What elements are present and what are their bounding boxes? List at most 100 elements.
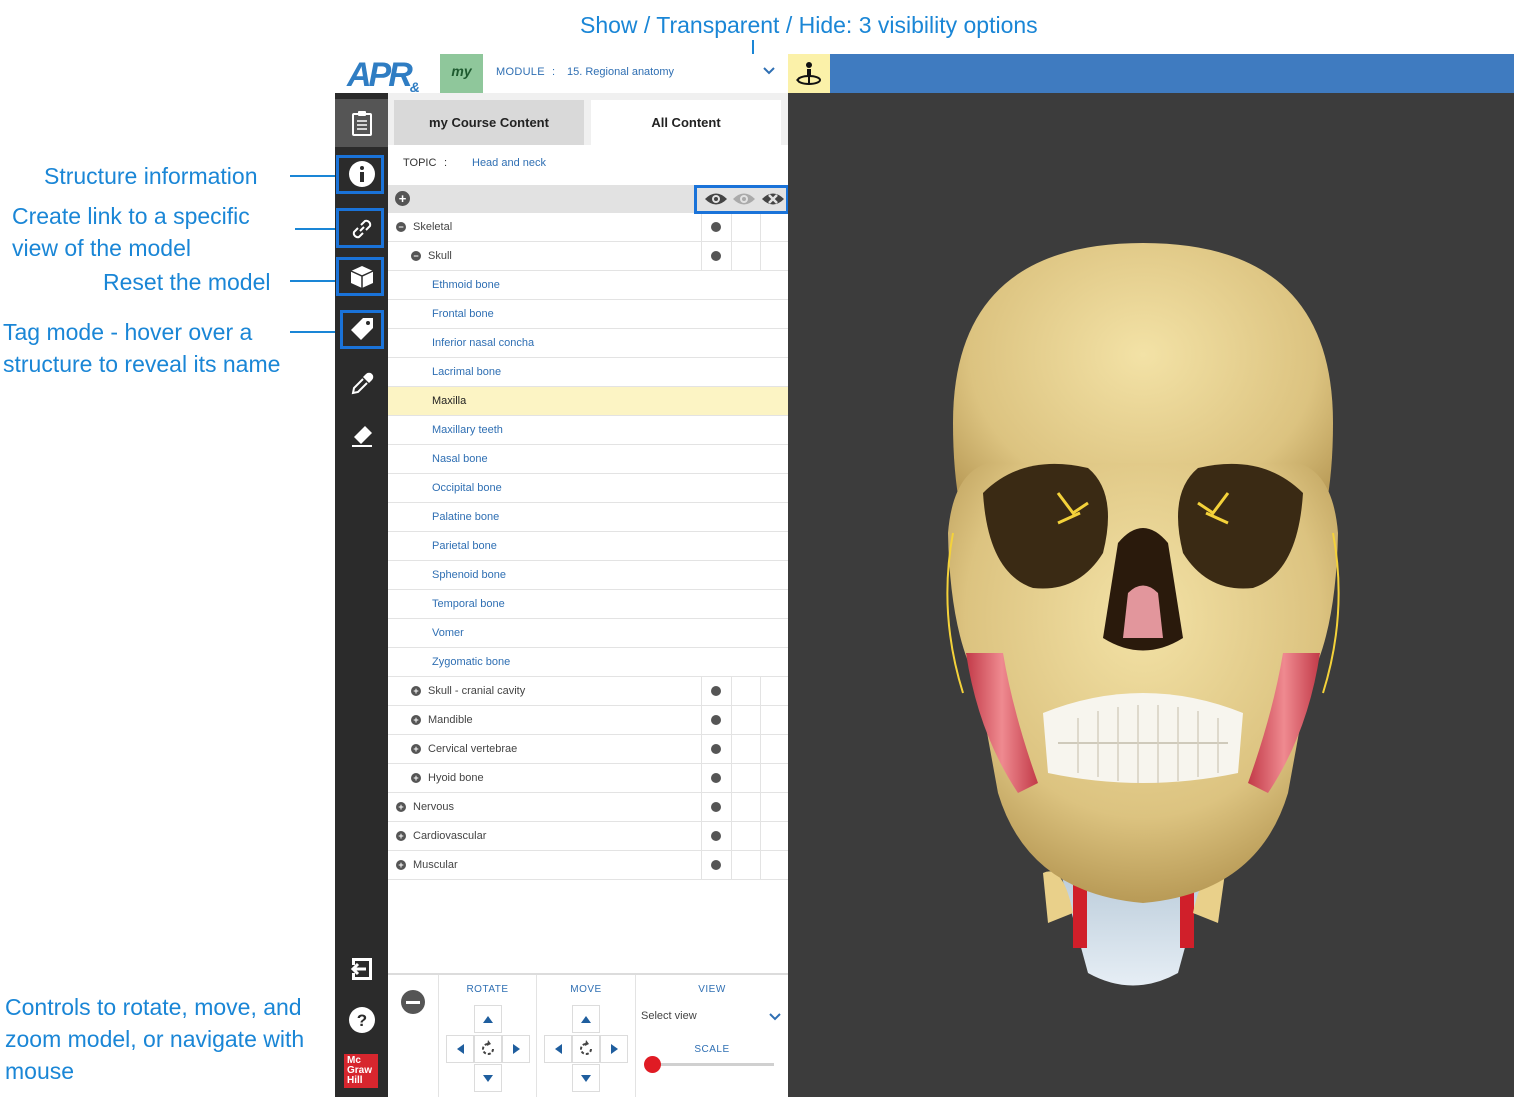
tree-row[interactable]: + Cervical vertebrae: [388, 735, 788, 764]
expand-icon[interactable]: +: [411, 773, 421, 783]
exit-icon: [350, 958, 372, 980]
zoom-out-button[interactable]: [401, 990, 425, 1014]
hide-cell[interactable]: [760, 851, 789, 880]
expand-icon[interactable]: +: [396, 802, 406, 812]
hide-cell[interactable]: [760, 213, 789, 242]
view-orientation-button[interactable]: [788, 54, 830, 93]
tree-row[interactable]: Occipital bone: [388, 474, 788, 503]
annotation-controls-3: mouse: [5, 1058, 75, 1084]
expand-all-icon[interactable]: +: [395, 191, 410, 206]
hide-cell[interactable]: [760, 677, 789, 706]
hide-cell[interactable]: [760, 706, 789, 735]
tree-row[interactable]: − Skeletal: [388, 213, 788, 242]
tree-row[interactable]: Inferior nasal concha: [388, 329, 788, 358]
hide-cell[interactable]: [760, 242, 789, 271]
transparent-cell[interactable]: [731, 764, 760, 793]
expand-icon[interactable]: +: [411, 715, 421, 725]
move-reset-button[interactable]: [572, 1035, 600, 1063]
model-viewer[interactable]: [788, 93, 1514, 1097]
tree-row[interactable]: + Muscular: [388, 851, 788, 880]
module-colon: :: [552, 66, 556, 78]
tree-row[interactable]: + Hyoid bone: [388, 764, 788, 793]
clipboard-button[interactable]: [335, 99, 388, 147]
tree-row-label: Temporal bone: [432, 598, 505, 610]
expand-icon[interactable]: +: [396, 831, 406, 841]
visibility-cells: [701, 706, 788, 735]
tree-row[interactable]: Zygomatic bone: [388, 648, 788, 677]
exit-button[interactable]: [335, 945, 388, 993]
move-down-button[interactable]: [572, 1064, 600, 1092]
visibility-dot-icon[interactable]: [711, 715, 721, 725]
tree-row[interactable]: Vomer: [388, 619, 788, 648]
my-badge[interactable]: my: [440, 54, 483, 93]
help-button[interactable]: ?: [335, 996, 388, 1044]
rotate-up-button[interactable]: [474, 1005, 502, 1033]
hide-cell[interactable]: [760, 735, 789, 764]
visibility-dot-icon[interactable]: [711, 686, 721, 696]
skull-model[interactable]: [788, 93, 1514, 1097]
rotate-left-button[interactable]: [446, 1035, 474, 1063]
transparent-cell[interactable]: [731, 213, 760, 242]
scale-slider-thumb[interactable]: [644, 1056, 661, 1073]
hide-cell[interactable]: [760, 764, 789, 793]
transparent-cell[interactable]: [731, 851, 760, 880]
tree-row[interactable]: Maxillary teeth: [388, 416, 788, 445]
rotate-icon: [482, 1040, 494, 1055]
expand-icon[interactable]: +: [411, 686, 421, 696]
tree-row-label: Ethmoid bone: [432, 279, 500, 291]
topic-value[interactable]: Head and neck: [472, 157, 546, 169]
collapse-icon[interactable]: −: [411, 251, 421, 261]
expand-icon[interactable]: +: [411, 744, 421, 754]
visibility-dot-icon[interactable]: [711, 831, 721, 841]
tree-row[interactable]: Parietal bone: [388, 532, 788, 561]
tree-row[interactable]: Maxilla: [388, 387, 788, 416]
transparent-cell[interactable]: [731, 242, 760, 271]
tree-row[interactable]: + Skull - cranial cavity: [388, 677, 788, 706]
visibility-dot-icon[interactable]: [711, 802, 721, 812]
tab-all-content[interactable]: All Content: [591, 100, 781, 145]
tree-row-label: Cervical vertebrae: [428, 743, 518, 755]
transparent-cell[interactable]: [731, 822, 760, 851]
expand-icon[interactable]: +: [396, 860, 406, 870]
tree-row[interactable]: Sphenoid bone: [388, 561, 788, 590]
hide-cell[interactable]: [760, 822, 789, 851]
dropper-button[interactable]: [335, 360, 388, 408]
eraser-button[interactable]: [335, 412, 388, 460]
module-value[interactable]: 15. Regional anatomy: [567, 66, 674, 78]
visibility-dot-icon[interactable]: [711, 251, 721, 261]
tree-row[interactable]: − Skull: [388, 242, 788, 271]
move-up-button[interactable]: [572, 1005, 600, 1033]
collapse-icon[interactable]: −: [396, 222, 406, 232]
transparent-cell[interactable]: [731, 735, 760, 764]
view-select[interactable]: Select view: [641, 1005, 781, 1027]
rotate-right-button[interactable]: [502, 1035, 530, 1063]
tree-row[interactable]: Ethmoid bone: [388, 271, 788, 300]
tree-row-label: Muscular: [413, 859, 458, 871]
visibility-dot-icon[interactable]: [711, 773, 721, 783]
transparent-cell[interactable]: [731, 677, 760, 706]
tree-row[interactable]: Frontal bone: [388, 300, 788, 329]
annotation-create-link-1: Create link to a specific: [12, 203, 250, 229]
transparent-cell[interactable]: [731, 793, 760, 822]
model-controls: ROTATE MOVE VIEW Select view SCALE: [388, 973, 788, 1097]
tree-row[interactable]: + Mandible: [388, 706, 788, 735]
tree-row[interactable]: + Nervous: [388, 793, 788, 822]
rotate-down-button[interactable]: [474, 1064, 502, 1092]
tree-row[interactable]: Temporal bone: [388, 590, 788, 619]
move-left-button[interactable]: [544, 1035, 572, 1063]
tree-row-label: Palatine bone: [432, 511, 500, 523]
tree-row[interactable]: Palatine bone: [388, 503, 788, 532]
transparent-cell[interactable]: [731, 706, 760, 735]
tab-my-course-content[interactable]: my Course Content: [394, 100, 584, 145]
visibility-dot-icon[interactable]: [711, 222, 721, 232]
rotate-reset-button[interactable]: [474, 1035, 502, 1063]
tree-row[interactable]: Nasal bone: [388, 445, 788, 474]
chevron-down-icon[interactable]: [763, 64, 775, 78]
visibility-dot-icon[interactable]: [711, 744, 721, 754]
hide-cell[interactable]: [760, 793, 789, 822]
visibility-dot-icon[interactable]: [711, 860, 721, 870]
move-right-button[interactable]: [600, 1035, 628, 1063]
tree-row[interactable]: + Cardiovascular: [388, 822, 788, 851]
scale-slider[interactable]: [644, 1056, 774, 1073]
tree-row[interactable]: Lacrimal bone: [388, 358, 788, 387]
